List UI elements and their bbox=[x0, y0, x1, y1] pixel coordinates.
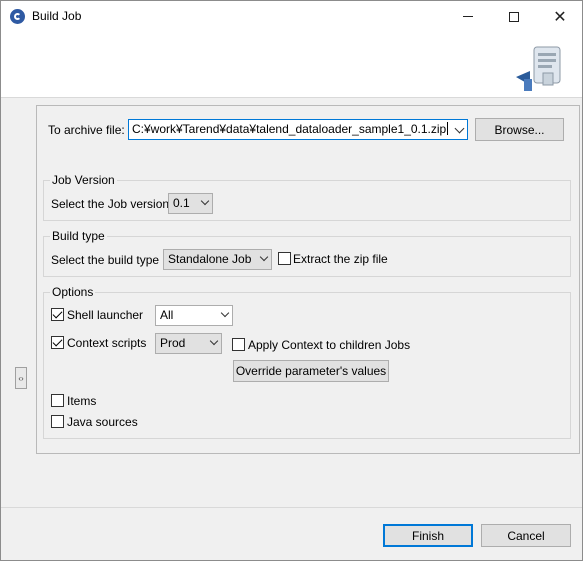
extract-zip-label: Extract the zip file bbox=[293, 252, 388, 266]
apply-context-checkbox[interactable] bbox=[232, 338, 245, 351]
build-type-select[interactable]: Standalone Job bbox=[163, 249, 272, 270]
talend-icon bbox=[10, 9, 25, 24]
close-button[interactable]: ✕ bbox=[537, 1, 583, 32]
left-strip: ‹› bbox=[1, 99, 35, 507]
java-sources-label: Java sources bbox=[67, 415, 138, 429]
build-type-value: Standalone Job bbox=[168, 252, 252, 266]
chevron-down-icon[interactable] bbox=[454, 123, 465, 134]
job-version-label: Select the Job version bbox=[51, 197, 170, 211]
cancel-button[interactable]: Cancel bbox=[481, 524, 571, 547]
shell-launcher-value: All bbox=[160, 308, 174, 322]
build-type-group-title: Build type bbox=[50, 229, 107, 243]
shell-launcher-select[interactable]: All bbox=[155, 305, 233, 326]
chevron-down-icon bbox=[220, 308, 230, 318]
apply-context-label: Apply Context to children Jobs bbox=[248, 338, 411, 352]
context-scripts-label: Context scripts bbox=[67, 336, 147, 350]
job-version-value: 0.1 bbox=[173, 196, 190, 210]
build-job-dialog: Build Job ✕ ‹› To archive file: C:¥work¥… bbox=[0, 0, 583, 561]
wizard-banner bbox=[1, 32, 582, 98]
options-group-title: Options bbox=[50, 285, 96, 299]
footer-separator bbox=[1, 507, 582, 508]
job-version-group-title: Job Version bbox=[50, 173, 117, 187]
text-caret bbox=[447, 122, 449, 135]
finish-button[interactable]: Finish bbox=[383, 524, 473, 547]
shell-launcher-checkbox[interactable] bbox=[51, 308, 64, 321]
build-type-label: Select the build type bbox=[51, 253, 160, 267]
items-label: Items bbox=[67, 394, 97, 408]
shell-launcher-label: Shell launcher bbox=[67, 308, 144, 322]
export-job-icon bbox=[516, 46, 561, 91]
extract-zip-checkbox[interactable] bbox=[278, 252, 291, 265]
maximize-icon bbox=[509, 11, 519, 22]
archive-file-combo[interactable]: C:¥work¥Tarend¥data¥talend_dataloader_sa… bbox=[128, 119, 468, 140]
java-sources-checkbox[interactable] bbox=[51, 415, 64, 428]
title-bar: Build Job ✕ bbox=[1, 1, 582, 32]
chevron-down-icon bbox=[259, 252, 269, 262]
archive-file-label: To archive file: bbox=[48, 123, 125, 137]
context-scripts-checkbox[interactable] bbox=[51, 336, 64, 349]
collapse-arrows-icon[interactable]: ‹› bbox=[15, 367, 27, 389]
chevron-down-icon bbox=[209, 336, 219, 346]
maximize-button[interactable] bbox=[491, 1, 537, 32]
job-version-select[interactable]: 0.1 bbox=[168, 193, 213, 214]
items-checkbox[interactable] bbox=[51, 394, 64, 407]
window-title: Build Job bbox=[32, 9, 82, 23]
override-parameters-button[interactable]: Override parameter's values bbox=[233, 360, 389, 382]
chevron-down-icon bbox=[200, 196, 210, 206]
minimize-icon bbox=[463, 16, 473, 17]
context-select[interactable]: Prod bbox=[155, 333, 222, 354]
browse-button[interactable]: Browse... bbox=[475, 118, 564, 141]
minimize-button[interactable] bbox=[445, 1, 491, 32]
context-value: Prod bbox=[160, 336, 186, 350]
archive-file-value: C:¥work¥Tarend¥data¥talend_dataloader_sa… bbox=[132, 122, 447, 136]
close-icon: ✕ bbox=[553, 8, 567, 26]
